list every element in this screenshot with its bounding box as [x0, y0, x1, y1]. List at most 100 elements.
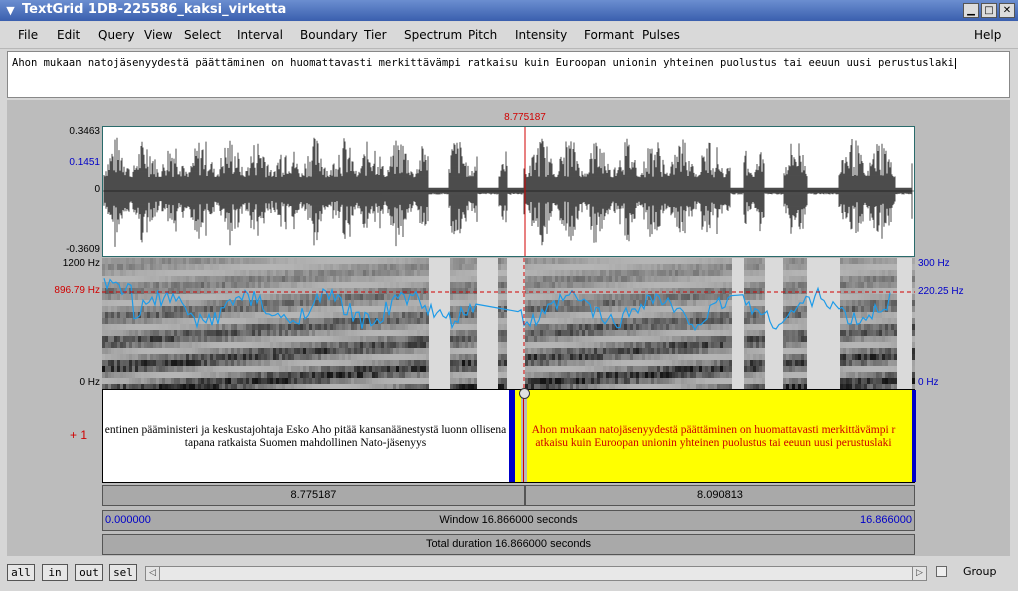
spectrogram-cell [738, 342, 741, 348]
spectrogram-cell [696, 276, 699, 282]
spectrogram-cell [741, 336, 744, 342]
menu-query[interactable]: Query [98, 28, 134, 42]
spectrogram-cell [108, 372, 111, 378]
spectrogram-cell [423, 336, 426, 342]
spectrogram-cell [708, 282, 711, 288]
spectrogram-cell [678, 300, 681, 306]
spectrogram-cell [216, 366, 219, 372]
menu-pulses[interactable]: Pulses [642, 28, 680, 42]
spectrogram-cell [144, 318, 147, 324]
spectrogram-cell [642, 348, 645, 354]
spectrogram-cell [666, 276, 669, 282]
menu-tier[interactable]: Tier [364, 28, 387, 42]
spectrogram-cell [717, 378, 720, 384]
menu-select[interactable]: Select [184, 28, 221, 42]
spectrogram-cell [447, 306, 450, 312]
spectrogram-cell [123, 282, 126, 288]
spectrogram-cell [210, 270, 213, 276]
spectrogram-cell [735, 372, 738, 378]
spectrogram-cell [609, 378, 612, 384]
spectrogram-cell [456, 348, 459, 354]
menu-boundary[interactable]: Boundary [300, 28, 358, 42]
spectrogram-cell [429, 336, 432, 342]
spectrogram-cell [180, 270, 183, 276]
spectrogram-cell [189, 354, 192, 360]
menu-spectrum[interactable]: Spectrum [404, 28, 462, 42]
menu-file[interactable]: File [18, 28, 38, 42]
spectrogram-cell [762, 258, 765, 264]
spectrogram-cell [420, 288, 423, 294]
spectrogram-cell [231, 276, 234, 282]
spectrogram-cell [312, 288, 315, 294]
spectrogram-cell [288, 366, 291, 372]
waveform-panel[interactable] [102, 126, 915, 257]
spectrogram-cell [108, 312, 111, 318]
spectrogram-cell [279, 348, 282, 354]
spectrogram-cell [441, 288, 444, 294]
menu-edit[interactable]: Edit [57, 28, 80, 42]
spectrogram-cell [588, 324, 591, 330]
spectrogram-cell [591, 366, 594, 372]
menu-interval[interactable]: Interval [237, 28, 283, 42]
menu-view[interactable]: View [144, 28, 172, 42]
spectrogram-cell [366, 330, 369, 336]
spectrogram-cell [279, 330, 282, 336]
spectrogram-cell [255, 276, 258, 282]
spectrogram-cell [759, 300, 762, 306]
spectrogram-cell [606, 354, 609, 360]
spectrogram-panel[interactable] [102, 258, 915, 389]
spectrogram-cell [633, 288, 636, 294]
spectrogram-cell [204, 360, 207, 366]
maximize-button[interactable]: □ [981, 3, 997, 18]
spectrogram-cell [444, 360, 447, 366]
spectrogram-cell [645, 270, 648, 276]
spectrogram-cell [603, 270, 606, 276]
spectrogram-cell [384, 372, 387, 378]
spectrogram-cell [744, 264, 747, 270]
spectrogram-cell [381, 330, 384, 336]
spectrogram-cell [483, 264, 486, 270]
close-button[interactable]: ✕ [999, 3, 1015, 18]
menu-pitch[interactable]: Pitch [468, 28, 497, 42]
chevron-down-icon[interactable]: ▼ [3, 3, 18, 18]
spectrogram-cell [357, 366, 360, 372]
interval-text-input[interactable]: Ahon mukaan natojäsenyydestä päättäminen… [7, 51, 1010, 98]
spectrogram-cell [654, 312, 657, 318]
spectrogram-cell [339, 354, 342, 360]
spectrogram-cell [426, 294, 429, 300]
spectrogram-cell [501, 258, 504, 264]
spectrogram-cell [705, 294, 708, 300]
spectrogram-cell [687, 294, 690, 300]
spectrogram-cell [591, 258, 594, 264]
spectrogram-cell [705, 258, 708, 264]
spectrogram-cell [456, 366, 459, 372]
spectrogram-cell [153, 306, 156, 312]
spectrogram-cell [648, 330, 651, 336]
spectrogram-cell [348, 258, 351, 264]
spectrogram-cell [558, 264, 561, 270]
spectrogram-cell [372, 354, 375, 360]
spectrogram-cell [345, 318, 348, 324]
spectrogram-cell [702, 348, 705, 354]
spectrogram-cell [159, 270, 162, 276]
spectrogram-cell [516, 330, 519, 336]
spectrogram-cell [705, 288, 708, 294]
spectrogram-cell [657, 336, 660, 342]
menu-intensity[interactable]: Intensity [515, 28, 567, 42]
spectrogram-cell [579, 294, 582, 300]
spectrogram-cell [507, 288, 510, 294]
spectrogram-cell [285, 378, 288, 384]
spectrogram-cell [120, 294, 123, 300]
spectrogram-cell [456, 360, 459, 366]
spectrogram-cell [276, 318, 279, 324]
spectrogram-cell [519, 378, 522, 384]
spectrogram-cell [339, 270, 342, 276]
spectrogram-cell [291, 360, 294, 366]
menu-formant[interactable]: Formant [584, 28, 634, 42]
spectrogram-cell [645, 366, 648, 372]
spectrogram-cell [330, 282, 333, 288]
spectrogram-cell [117, 378, 120, 384]
minimize-button[interactable]: ▁ [963, 3, 979, 18]
menu-help[interactable]: Help [974, 28, 1001, 42]
spectrogram-cell [114, 288, 117, 294]
